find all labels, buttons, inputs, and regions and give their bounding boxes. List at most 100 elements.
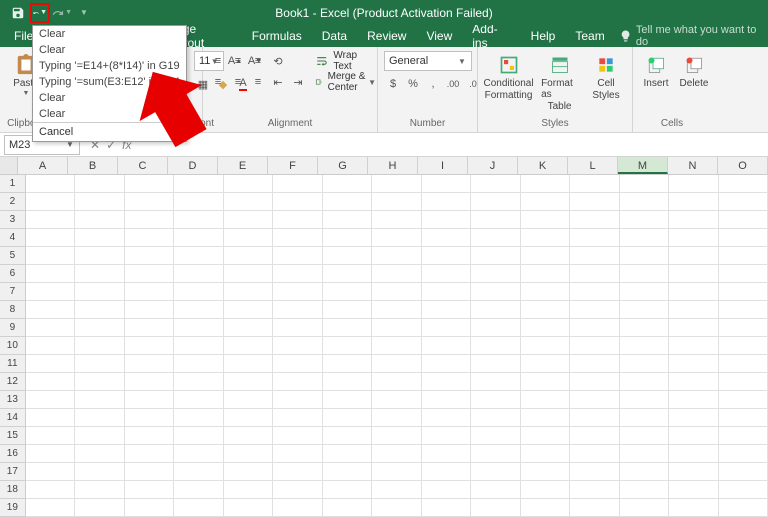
- cell[interactable]: [422, 463, 471, 481]
- cell[interactable]: [372, 301, 421, 319]
- cell[interactable]: [521, 247, 570, 265]
- cell[interactable]: [174, 499, 223, 517]
- cell[interactable]: [669, 247, 718, 265]
- cell[interactable]: [422, 391, 471, 409]
- delete-button[interactable]: Delete: [677, 51, 711, 91]
- cell[interactable]: [26, 481, 75, 499]
- cell[interactable]: [372, 175, 421, 193]
- row-header[interactable]: 16: [0, 445, 26, 463]
- cell[interactable]: [719, 481, 768, 499]
- cell[interactable]: [471, 265, 520, 283]
- cell[interactable]: [75, 391, 124, 409]
- cell[interactable]: [719, 229, 768, 247]
- cell[interactable]: [372, 319, 421, 337]
- cell[interactable]: [372, 265, 421, 283]
- row-header[interactable]: 1: [0, 175, 26, 193]
- conditional-formatting-button[interactable]: ConditionalFormatting: [484, 51, 533, 103]
- cell[interactable]: [669, 409, 718, 427]
- cell[interactable]: [273, 355, 322, 373]
- cell[interactable]: [719, 463, 768, 481]
- cell[interactable]: [174, 283, 223, 301]
- cell[interactable]: [570, 247, 619, 265]
- cell[interactable]: [719, 445, 768, 463]
- column-header[interactable]: F: [268, 157, 318, 174]
- cell[interactable]: [323, 301, 372, 319]
- column-header[interactable]: K: [518, 157, 568, 174]
- column-header[interactable]: N: [668, 157, 718, 174]
- cell[interactable]: [26, 283, 75, 301]
- column-header[interactable]: J: [468, 157, 518, 174]
- cell[interactable]: [224, 337, 273, 355]
- cell[interactable]: [669, 499, 718, 517]
- cell[interactable]: [620, 373, 669, 391]
- cell[interactable]: [75, 481, 124, 499]
- cell[interactable]: [669, 355, 718, 373]
- cell[interactable]: [422, 409, 471, 427]
- cell[interactable]: [521, 355, 570, 373]
- cell[interactable]: [620, 211, 669, 229]
- cell[interactable]: [26, 193, 75, 211]
- cell[interactable]: [75, 211, 124, 229]
- wrap-text-button[interactable]: Wrap Text: [315, 51, 376, 71]
- cell[interactable]: [669, 265, 718, 283]
- cell[interactable]: [620, 355, 669, 373]
- cell[interactable]: [125, 301, 174, 319]
- cell[interactable]: [620, 247, 669, 265]
- cell-styles-button[interactable]: CellStyles: [586, 51, 626, 103]
- merge-center-button[interactable]: Merge & Center ▼: [315, 72, 376, 92]
- cell[interactable]: [174, 355, 223, 373]
- cell[interactable]: [570, 355, 619, 373]
- cell[interactable]: [372, 373, 421, 391]
- cell[interactable]: [174, 193, 223, 211]
- cell[interactable]: [174, 391, 223, 409]
- cell[interactable]: [570, 481, 619, 499]
- column-header[interactable]: L: [568, 157, 618, 174]
- row-header[interactable]: 12: [0, 373, 26, 391]
- cell[interactable]: [224, 463, 273, 481]
- cell[interactable]: [471, 445, 520, 463]
- cell[interactable]: [125, 337, 174, 355]
- cell[interactable]: [372, 337, 421, 355]
- cell[interactable]: [26, 265, 75, 283]
- cell[interactable]: [26, 391, 75, 409]
- cell[interactable]: [224, 355, 273, 373]
- cell[interactable]: [570, 175, 619, 193]
- cell[interactable]: [521, 427, 570, 445]
- align-bottom-icon[interactable]: ≡: [249, 52, 267, 70]
- cell[interactable]: [174, 427, 223, 445]
- cell[interactable]: [471, 211, 520, 229]
- cell[interactable]: [26, 211, 75, 229]
- cell[interactable]: [372, 445, 421, 463]
- increase-indent-icon[interactable]: ⇥: [289, 73, 307, 91]
- cell[interactable]: [521, 211, 570, 229]
- orientation-icon[interactable]: ⟲: [269, 52, 287, 70]
- cell[interactable]: [521, 265, 570, 283]
- cell[interactable]: [620, 319, 669, 337]
- cell[interactable]: [273, 319, 322, 337]
- cell[interactable]: [521, 229, 570, 247]
- cell[interactable]: [521, 301, 570, 319]
- cell[interactable]: [323, 175, 372, 193]
- cell[interactable]: [174, 229, 223, 247]
- cell[interactable]: [224, 301, 273, 319]
- cell[interactable]: [620, 175, 669, 193]
- cell[interactable]: [422, 355, 471, 373]
- cell[interactable]: [422, 373, 471, 391]
- cell[interactable]: [75, 247, 124, 265]
- tab-view[interactable]: View: [416, 26, 462, 46]
- cell[interactable]: [471, 463, 520, 481]
- row-header[interactable]: 7: [0, 283, 26, 301]
- cell[interactable]: [471, 301, 520, 319]
- cell[interactable]: [273, 175, 322, 193]
- cell[interactable]: [125, 427, 174, 445]
- spreadsheet-grid[interactable]: ABCDEFGHIJKLMNO 123456789101112131415161…: [0, 157, 768, 517]
- row-header[interactable]: 8: [0, 301, 26, 319]
- cell[interactable]: [273, 463, 322, 481]
- cell[interactable]: [719, 427, 768, 445]
- cell[interactable]: [26, 337, 75, 355]
- cell[interactable]: [620, 499, 669, 517]
- cell[interactable]: [372, 355, 421, 373]
- cell[interactable]: [719, 247, 768, 265]
- cell[interactable]: [273, 499, 322, 517]
- cell[interactable]: [224, 211, 273, 229]
